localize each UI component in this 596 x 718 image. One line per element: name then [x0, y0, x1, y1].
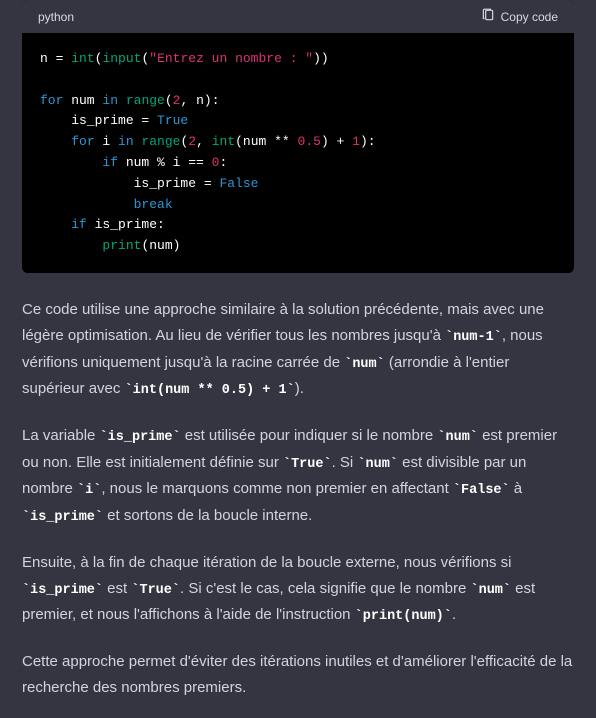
inline-code: `num` [344, 357, 385, 372]
code-header: python Copy code [22, 0, 574, 33]
inline-code: `True` [131, 583, 180, 598]
explanation-text: Ce code utilise une approche similaire à… [0, 297, 596, 702]
inline-code: `int(num ** 0.5) + 1` [125, 383, 295, 398]
inline-code: `print(num)` [355, 609, 452, 624]
inline-code: `num` [471, 583, 512, 598]
inline-code: `is_prime` [100, 430, 181, 445]
inline-code: `num` [437, 430, 478, 445]
paragraph-3: Ensuite, à la fin de chaque itération de… [22, 550, 574, 630]
inline-code: `num-1` [445, 330, 502, 345]
paragraph-4: Cette approche permet d'éviter des itéra… [22, 649, 574, 702]
code-content[interactable]: n = int(input("Entrez un nombre : ")) fo… [22, 33, 574, 273]
inline-code: `i` [77, 483, 101, 498]
inline-code: `num` [357, 457, 398, 472]
inline-code: `True` [283, 457, 332, 472]
paragraph-2: La variable `is_prime` est utilisée pour… [22, 423, 574, 530]
inline-code: `is_prime` [22, 510, 103, 525]
inline-code: `is_prime` [22, 583, 103, 598]
code-language-label: python [38, 10, 74, 24]
code-block: python Copy code n = int(input("Entrez u… [22, 0, 574, 273]
paragraph-1: Ce code utilise une approche similaire à… [22, 297, 574, 403]
inline-code: `False` [453, 483, 510, 498]
copy-code-label: Copy code [501, 10, 558, 24]
clipboard-icon [481, 8, 495, 25]
copy-code-button[interactable]: Copy code [481, 8, 558, 25]
